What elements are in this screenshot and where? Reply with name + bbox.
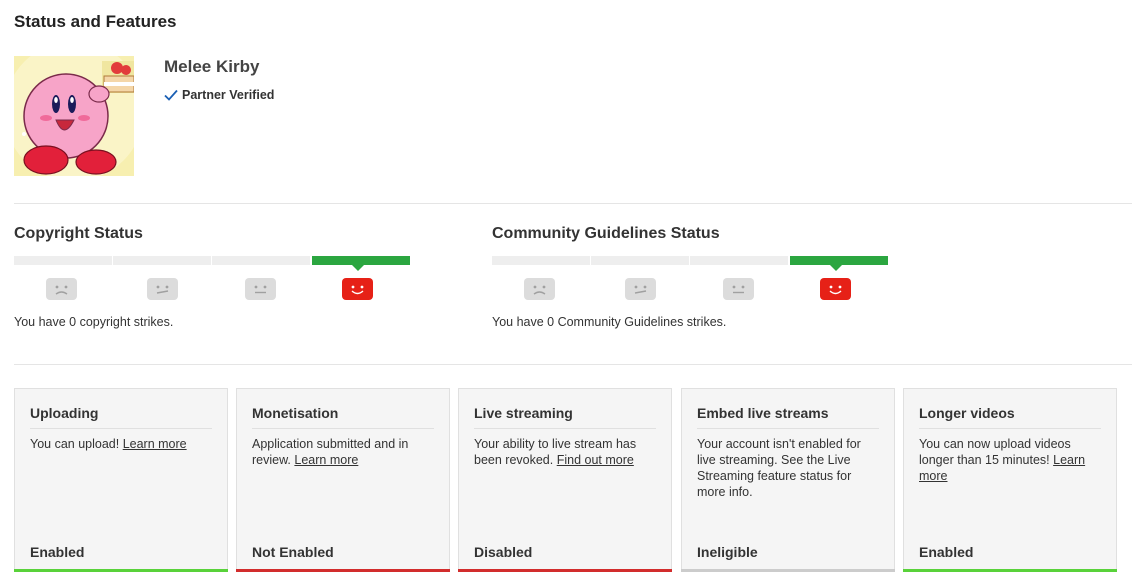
community-status-section: Community Guidelines Status You have 0 C… [492, 225, 892, 329]
section-divider [14, 203, 1132, 204]
community-status-bar [492, 256, 888, 271]
community-segment-1 [492, 256, 590, 265]
feature-description-text: Your account isn't enabled for live stre… [697, 437, 861, 499]
verified-label: Partner Verified [182, 88, 275, 102]
feature-title: Uploading [30, 405, 212, 429]
flat-face-icon [723, 278, 754, 300]
community-segment-2 [591, 256, 689, 265]
find-out-more-link[interactable]: Find out more [557, 453, 634, 467]
community-strike-text: You have 0 Community Guidelines strikes. [492, 315, 727, 329]
feature-state: Not Enabled [252, 544, 334, 560]
copyright-status-section: Copyright Status You have 0 copyright st… [14, 225, 414, 329]
feature-card-longer-videos: Longer videos You can now upload videos … [903, 388, 1117, 572]
neutral-face-icon [147, 278, 178, 300]
feature-card-live-streaming: Live streaming Your ability to live stre… [458, 388, 672, 572]
page-title: Status and Features [14, 12, 177, 31]
checkmark-icon [164, 89, 178, 101]
feature-state: Enabled [30, 544, 85, 560]
learn-more-link[interactable]: Learn more [294, 453, 358, 467]
feature-description: Your ability to live stream has been rev… [474, 436, 657, 468]
flat-face-icon [245, 278, 276, 300]
copyright-segment-3 [212, 256, 310, 265]
feature-description: Application submitted and in review. Lea… [252, 436, 435, 468]
feature-title: Monetisation [252, 405, 434, 429]
copyright-status-bar [14, 256, 410, 271]
feature-state: Enabled [919, 544, 974, 560]
feature-title: Live streaming [474, 405, 656, 429]
feature-card-monetisation: Monetisation Application submitted and i… [236, 388, 450, 572]
copyright-strike-text: You have 0 copyright strikes. [14, 315, 174, 329]
feature-state: Ineligible [697, 544, 758, 560]
community-status-title: Community Guidelines Status [492, 225, 720, 242]
copyright-segment-4-active [312, 256, 410, 271]
neutral-face-icon [625, 278, 656, 300]
community-segment-4-active [790, 256, 888, 271]
community-segment-3 [690, 256, 788, 265]
feature-status-bar [14, 569, 228, 572]
feature-description: Your account isn't enabled for live stre… [697, 436, 880, 500]
feature-card-embed-live-streams: Embed live streams Your account isn't en… [681, 388, 895, 572]
section-divider [14, 364, 1132, 365]
feature-status-bar [681, 569, 895, 572]
feature-cards: Uploading You can upload! Learn more Ena… [14, 388, 1118, 572]
feature-status-bar [903, 569, 1117, 572]
feature-description-text: You can upload! [30, 437, 123, 451]
learn-more-link[interactable]: Learn more [123, 437, 187, 451]
feature-status-bar [236, 569, 450, 572]
feature-state: Disabled [474, 544, 533, 560]
partner-verified-badge: Partner Verified [164, 88, 274, 102]
sad-face-icon [46, 278, 77, 300]
feature-title: Longer videos [919, 405, 1101, 429]
kirby-avatar-image [14, 56, 134, 176]
feature-card-uploading: Uploading You can upload! Learn more Ena… [14, 388, 228, 572]
avatar[interactable] [14, 56, 134, 176]
feature-status-bar [458, 569, 672, 572]
copyright-status-title: Copyright Status [14, 225, 143, 242]
channel-name: Melee Kirby [164, 57, 260, 76]
happy-face-icon [820, 278, 851, 300]
sad-face-icon [524, 278, 555, 300]
happy-face-icon [342, 278, 373, 300]
feature-title: Embed live streams [697, 405, 879, 429]
feature-description: You can upload! Learn more [30, 436, 213, 452]
feature-description-text: You can now upload videos longer than 15… [919, 437, 1071, 467]
copyright-segment-2 [113, 256, 211, 265]
copyright-segment-1 [14, 256, 112, 265]
feature-description: You can now upload videos longer than 15… [919, 436, 1102, 484]
